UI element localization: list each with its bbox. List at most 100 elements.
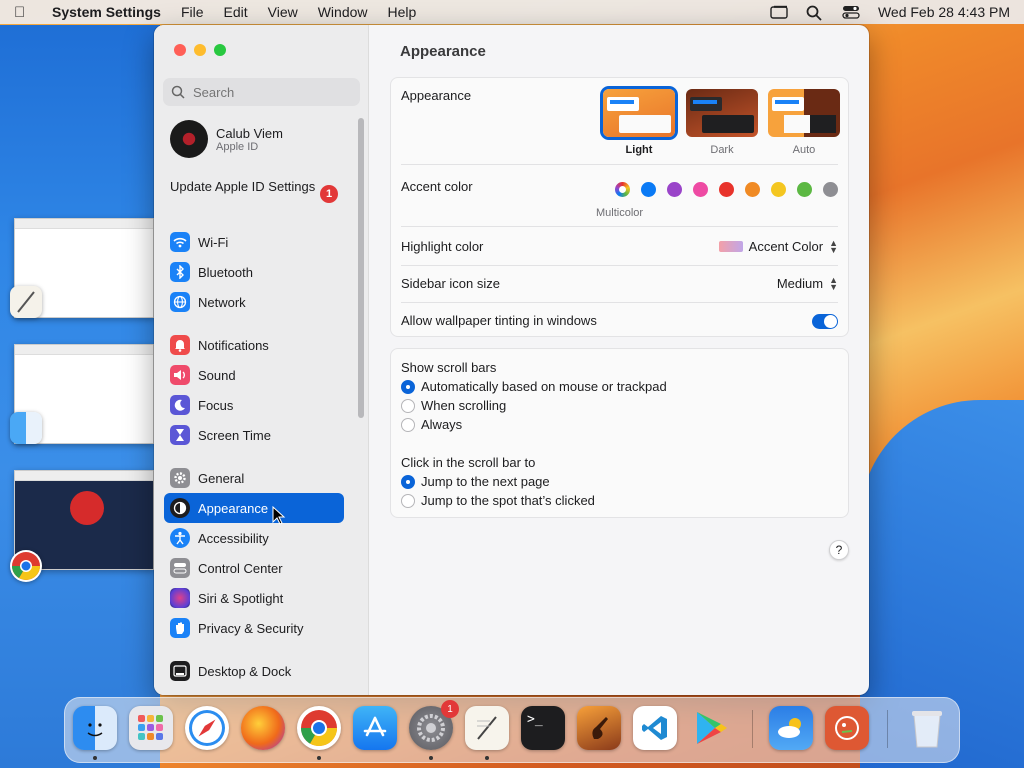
sidebar-item-label: Desktop & Dock [198, 663, 292, 679]
radio-button[interactable] [401, 379, 415, 394]
spotlight-search-icon[interactable] [806, 5, 824, 21]
dock-duckduckgo-icon[interactable] [825, 706, 869, 750]
sidebar-item-siri-spotlight[interactable]: Siri & Spotlight [164, 583, 344, 613]
profile-subtitle: Apple ID [216, 140, 259, 153]
accent-red[interactable] [719, 182, 734, 197]
appearance-auto-label: Auto [792, 144, 816, 156]
dock-terminal-icon[interactable]: >_ [521, 706, 565, 750]
light-preview-panel [619, 115, 671, 133]
dock-textedit-icon[interactable] [465, 706, 509, 750]
accent-graphite[interactable] [823, 182, 838, 197]
radio-label: Always [421, 417, 463, 432]
dock-play-store-icon[interactable] [689, 706, 733, 750]
click-option-spot[interactable]: Jump to the spot that’s clicked [401, 493, 838, 508]
sidebar: Calub Viem Apple ID Update Apple ID Sett… [154, 25, 369, 695]
sidebar-item-bluetooth[interactable]: Bluetooth [164, 257, 344, 287]
control-center-icon[interactable] [842, 5, 860, 19]
sidebar-item-label: Control Center [198, 560, 283, 576]
chrome-icon [10, 550, 42, 582]
radio-button[interactable] [401, 417, 415, 432]
stage-manager-icon[interactable] [770, 5, 788, 19]
dock-finder-icon[interactable] [73, 706, 117, 750]
accent-green[interactable] [797, 182, 812, 197]
menu-edit[interactable]: Edit [224, 4, 248, 20]
apple-id-profile[interactable]: Calub Viem Apple ID [170, 120, 283, 158]
dock-safari-icon[interactable] [185, 706, 229, 750]
avatar [170, 120, 208, 158]
accent-blue[interactable] [641, 182, 656, 197]
hourglass-icon [170, 425, 190, 445]
running-indicator [429, 756, 433, 760]
menu-file[interactable]: File [181, 4, 204, 20]
zoom-button[interactable] [214, 44, 226, 56]
appearance-light-option[interactable] [603, 89, 675, 137]
apple-icon[interactable]:  [14, 4, 40, 21]
auto-preview-window [772, 97, 804, 111]
scroll-option-auto[interactable]: Automatically based on mouse or trackpad [401, 379, 838, 394]
wallpaper-tinting-label: Allow wallpaper tinting in windows [401, 313, 597, 328]
light-preview-window [607, 97, 639, 111]
auto-preview-light [784, 115, 810, 133]
accent-multicolor[interactable] [615, 182, 630, 197]
dock-garageband-icon[interactable] [577, 706, 621, 750]
dock-firefox-icon[interactable] [241, 706, 285, 750]
menu-clock[interactable]: Wed Feb 28 4:43 PM [878, 4, 1010, 20]
sidebar-item-control-center[interactable]: Control Center [164, 553, 344, 583]
radio-button[interactable] [401, 398, 415, 413]
search-field[interactable] [163, 78, 360, 106]
dock-vscode-icon[interactable] [633, 706, 677, 750]
sidebar-item-notifications[interactable]: Notifications [164, 330, 344, 360]
radio-label: Automatically based on mouse or trackpad [421, 379, 667, 394]
sidebar-item-appearance[interactable]: Appearance [164, 493, 344, 523]
mouse-cursor-icon [272, 506, 286, 525]
gear-icon [170, 468, 190, 488]
radio-button[interactable] [401, 493, 415, 508]
appearance-auto-option[interactable] [768, 89, 840, 137]
menu-window[interactable]: Window [318, 4, 368, 20]
menu-help[interactable]: Help [388, 4, 417, 20]
sidebar-item-screen-time[interactable]: Screen Time [164, 420, 344, 450]
update-apple-id[interactable]: Update Apple ID Settings [170, 179, 340, 195]
siri-icon [170, 588, 190, 608]
sidebar-item-general[interactable]: General [164, 463, 344, 493]
accent-pink[interactable] [693, 182, 708, 197]
help-button[interactable]: ? [829, 540, 849, 560]
sidebar-item-label: General [198, 470, 245, 486]
sidebar-item-wifi[interactable]: Wi-Fi [164, 227, 344, 257]
highlight-color-popup[interactable]: Accent Color ▲ ▼ [718, 238, 838, 254]
search-input[interactable] [193, 84, 343, 100]
dock-app-store-icon[interactable] [353, 706, 397, 750]
radio-button[interactable] [401, 474, 415, 489]
wallpaper-tinting-toggle[interactable] [812, 314, 838, 329]
accent-orange[interactable] [745, 182, 760, 197]
profile-name: Calub Viem [216, 125, 283, 141]
dock-launchpad-icon[interactable] [129, 706, 173, 750]
menu-app-name[interactable]: System Settings [52, 4, 161, 20]
accent-yellow[interactable] [771, 182, 786, 197]
minimize-button[interactable] [194, 44, 206, 56]
sidebar-item-label: Screen Time [198, 427, 271, 443]
hand-icon [70, 491, 104, 525]
menu-bar:  System Settings File Edit View Window … [0, 0, 1024, 24]
finder-icon [10, 412, 42, 444]
menu-view[interactable]: View [268, 4, 298, 20]
click-option-next-page[interactable]: Jump to the next page [401, 474, 838, 489]
appearance-dark-option[interactable] [686, 89, 758, 137]
sidebar-item-accessibility[interactable]: Accessibility [164, 523, 344, 553]
scroll-option-scrolling[interactable]: When scrolling [401, 398, 838, 413]
accent-purple[interactable] [667, 182, 682, 197]
close-button[interactable] [174, 44, 186, 56]
sidebar-item-desktop-dock[interactable]: Desktop & Dock [164, 656, 344, 686]
scroll-option-always[interactable]: Always [401, 417, 838, 432]
dark-preview-window [690, 97, 722, 111]
dock-weather-icon[interactable] [769, 706, 813, 750]
sidebar-item-network[interactable]: Network [164, 287, 344, 317]
dock-trash-icon[interactable] [905, 706, 949, 750]
dock-chrome-icon[interactable] [297, 706, 341, 750]
sidebar-item-focus[interactable]: Focus [164, 390, 344, 420]
sidebar-item-privacy-security[interactable]: Privacy & Security [164, 613, 344, 643]
sidebar-icon-size-popup[interactable]: Medium ▲ ▼ [777, 275, 838, 291]
sidebar-scrollbar[interactable] [358, 118, 364, 418]
sidebar-item-label: Siri & Spotlight [198, 590, 284, 606]
sidebar-item-sound[interactable]: Sound [164, 360, 344, 390]
